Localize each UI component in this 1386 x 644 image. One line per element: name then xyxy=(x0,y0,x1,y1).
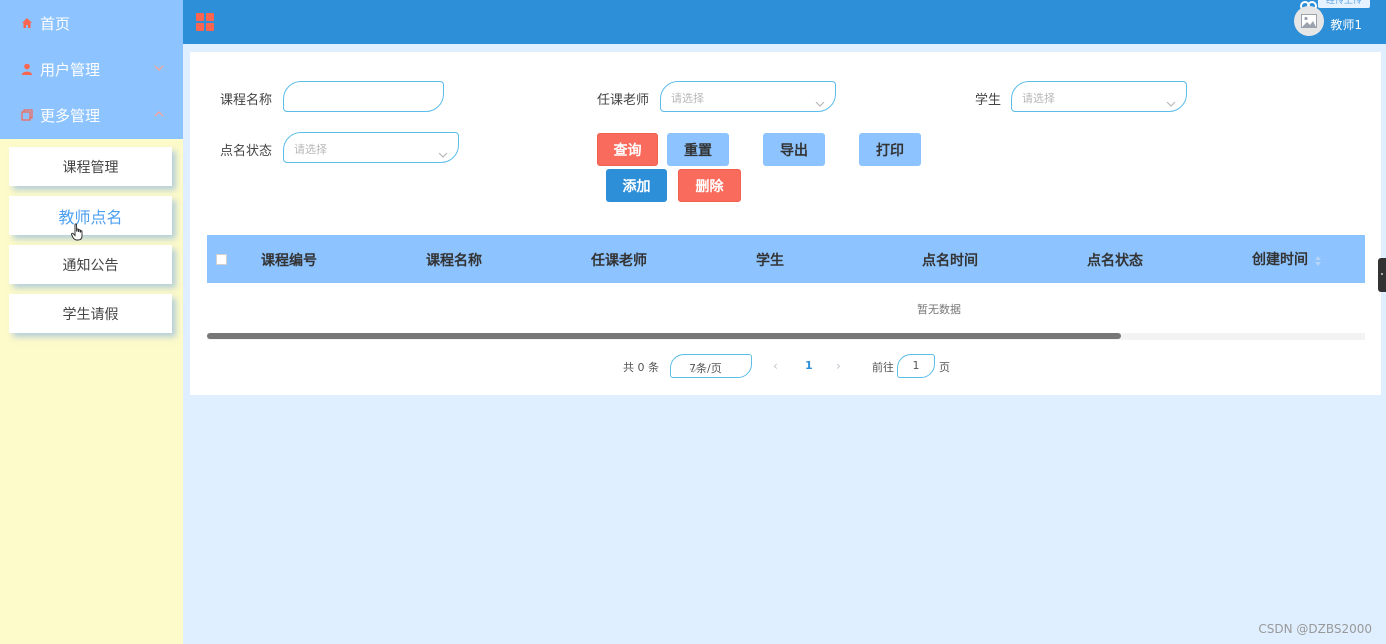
chevron-down-icon xyxy=(153,60,165,72)
sidebar-menu: 首页 用户管理 更多管理 xyxy=(0,0,183,139)
page-number[interactable]: 1 xyxy=(805,359,813,372)
user-icon xyxy=(20,62,34,76)
student-select[interactable]: 请选择 xyxy=(1011,81,1187,112)
select-all-checkbox[interactable] xyxy=(216,254,227,265)
sidebar-item-label: 用户管理 xyxy=(40,60,101,79)
scrollbar-thumb[interactable] xyxy=(207,333,1121,339)
column-header[interactable]: 点名时间 xyxy=(922,250,978,270)
submenu-item-label: 教师点名 xyxy=(58,207,123,227)
teacher-select[interactable]: 请选择 xyxy=(660,81,836,112)
table-header: 课程编号 课程名称 任课老师 学生 点名时间 点名状态 创建时间 xyxy=(207,235,1365,283)
submenu-item-notice[interactable]: 通知公告 xyxy=(9,245,172,284)
export-button[interactable]: 导出 xyxy=(763,133,825,166)
submenu-item-leave[interactable]: 学生请假 xyxy=(9,294,172,333)
image-icon xyxy=(1301,14,1317,28)
delete-button[interactable]: 删除 xyxy=(678,169,741,202)
page-suffix: 页 xyxy=(939,361,950,374)
student-label: 学生 xyxy=(975,93,1002,108)
prev-page-icon[interactable]: ‹ xyxy=(773,359,778,373)
status-placeholder: 请选择 xyxy=(294,143,327,156)
copy-icon xyxy=(20,108,34,122)
status-label: 点名状态 xyxy=(220,144,273,159)
hand-cursor-icon xyxy=(71,223,85,245)
home-icon xyxy=(20,16,34,30)
avatar[interactable] xyxy=(1294,6,1324,36)
chevron-up-icon xyxy=(153,106,165,118)
page-size-select[interactable]: 7条/页 xyxy=(670,354,752,378)
column-header[interactable]: 学生 xyxy=(756,250,784,270)
reset-button[interactable]: 重置 xyxy=(667,133,729,166)
sidebar-item-users[interactable]: 用户管理 xyxy=(0,46,183,92)
sort-icon[interactable] xyxy=(1314,252,1322,271)
status-select[interactable]: 请选择 xyxy=(283,132,459,163)
column-header[interactable]: 课程名称 xyxy=(426,250,482,270)
sidebar-item-label: 首页 xyxy=(40,14,71,33)
sidebar-item-label: 更多管理 xyxy=(40,106,101,125)
pagination-total: 共 0 条 xyxy=(623,361,659,374)
submenu-item-course[interactable]: 课程管理 xyxy=(9,147,172,186)
upload-chip[interactable]: 经传上传 xyxy=(1318,0,1370,8)
teacher-placeholder: 请选择 xyxy=(671,92,704,105)
sidebar: 首页 用户管理 更多管理 课程管理 教师点名 通知公告 学生请假 xyxy=(0,0,183,644)
query-button[interactable]: 查询 xyxy=(597,133,658,166)
student-placeholder: 请选择 xyxy=(1022,92,1055,105)
user-name[interactable]: 教师1 xyxy=(1330,16,1362,33)
chevron-down-icon xyxy=(689,364,745,377)
next-page-icon[interactable]: › xyxy=(836,359,841,373)
column-header[interactable]: 任课老师 xyxy=(591,250,647,270)
add-button[interactable]: 添加 xyxy=(606,169,667,202)
empty-text: 暂无数据 xyxy=(917,303,961,316)
side-drawer-handle[interactable] xyxy=(1378,258,1386,292)
submenu-item-teacher-rollcall[interactable]: 教师点名 xyxy=(9,196,172,241)
sidebar-item-more[interactable]: 更多管理 xyxy=(0,92,183,138)
chevron-down-icon xyxy=(1166,93,1176,112)
print-button[interactable]: 打印 xyxy=(859,133,921,166)
watermark: CSDN @DZBS2000 xyxy=(1258,622,1372,636)
chevron-down-icon xyxy=(815,93,825,112)
sidebar-item-home[interactable]: 首页 xyxy=(0,0,183,46)
goto-page-input[interactable]: 1 xyxy=(897,354,935,378)
teacher-label: 任课老师 xyxy=(597,93,650,108)
course-name-input[interactable] xyxy=(283,81,444,112)
column-header[interactable]: 点名状态 xyxy=(1087,250,1143,270)
course-name-label: 课程名称 xyxy=(220,93,273,108)
chevron-down-icon xyxy=(438,144,448,163)
submenu: 课程管理 教师点名 通知公告 学生请假 xyxy=(0,139,183,333)
column-header[interactable]: 创建时间 xyxy=(1252,249,1308,269)
topbar: 经传上传 教师1 xyxy=(183,0,1386,44)
column-header[interactable]: 课程编号 xyxy=(261,250,317,270)
grid-menu-icon[interactable] xyxy=(196,13,214,35)
goto-label: 前往 xyxy=(872,361,894,374)
